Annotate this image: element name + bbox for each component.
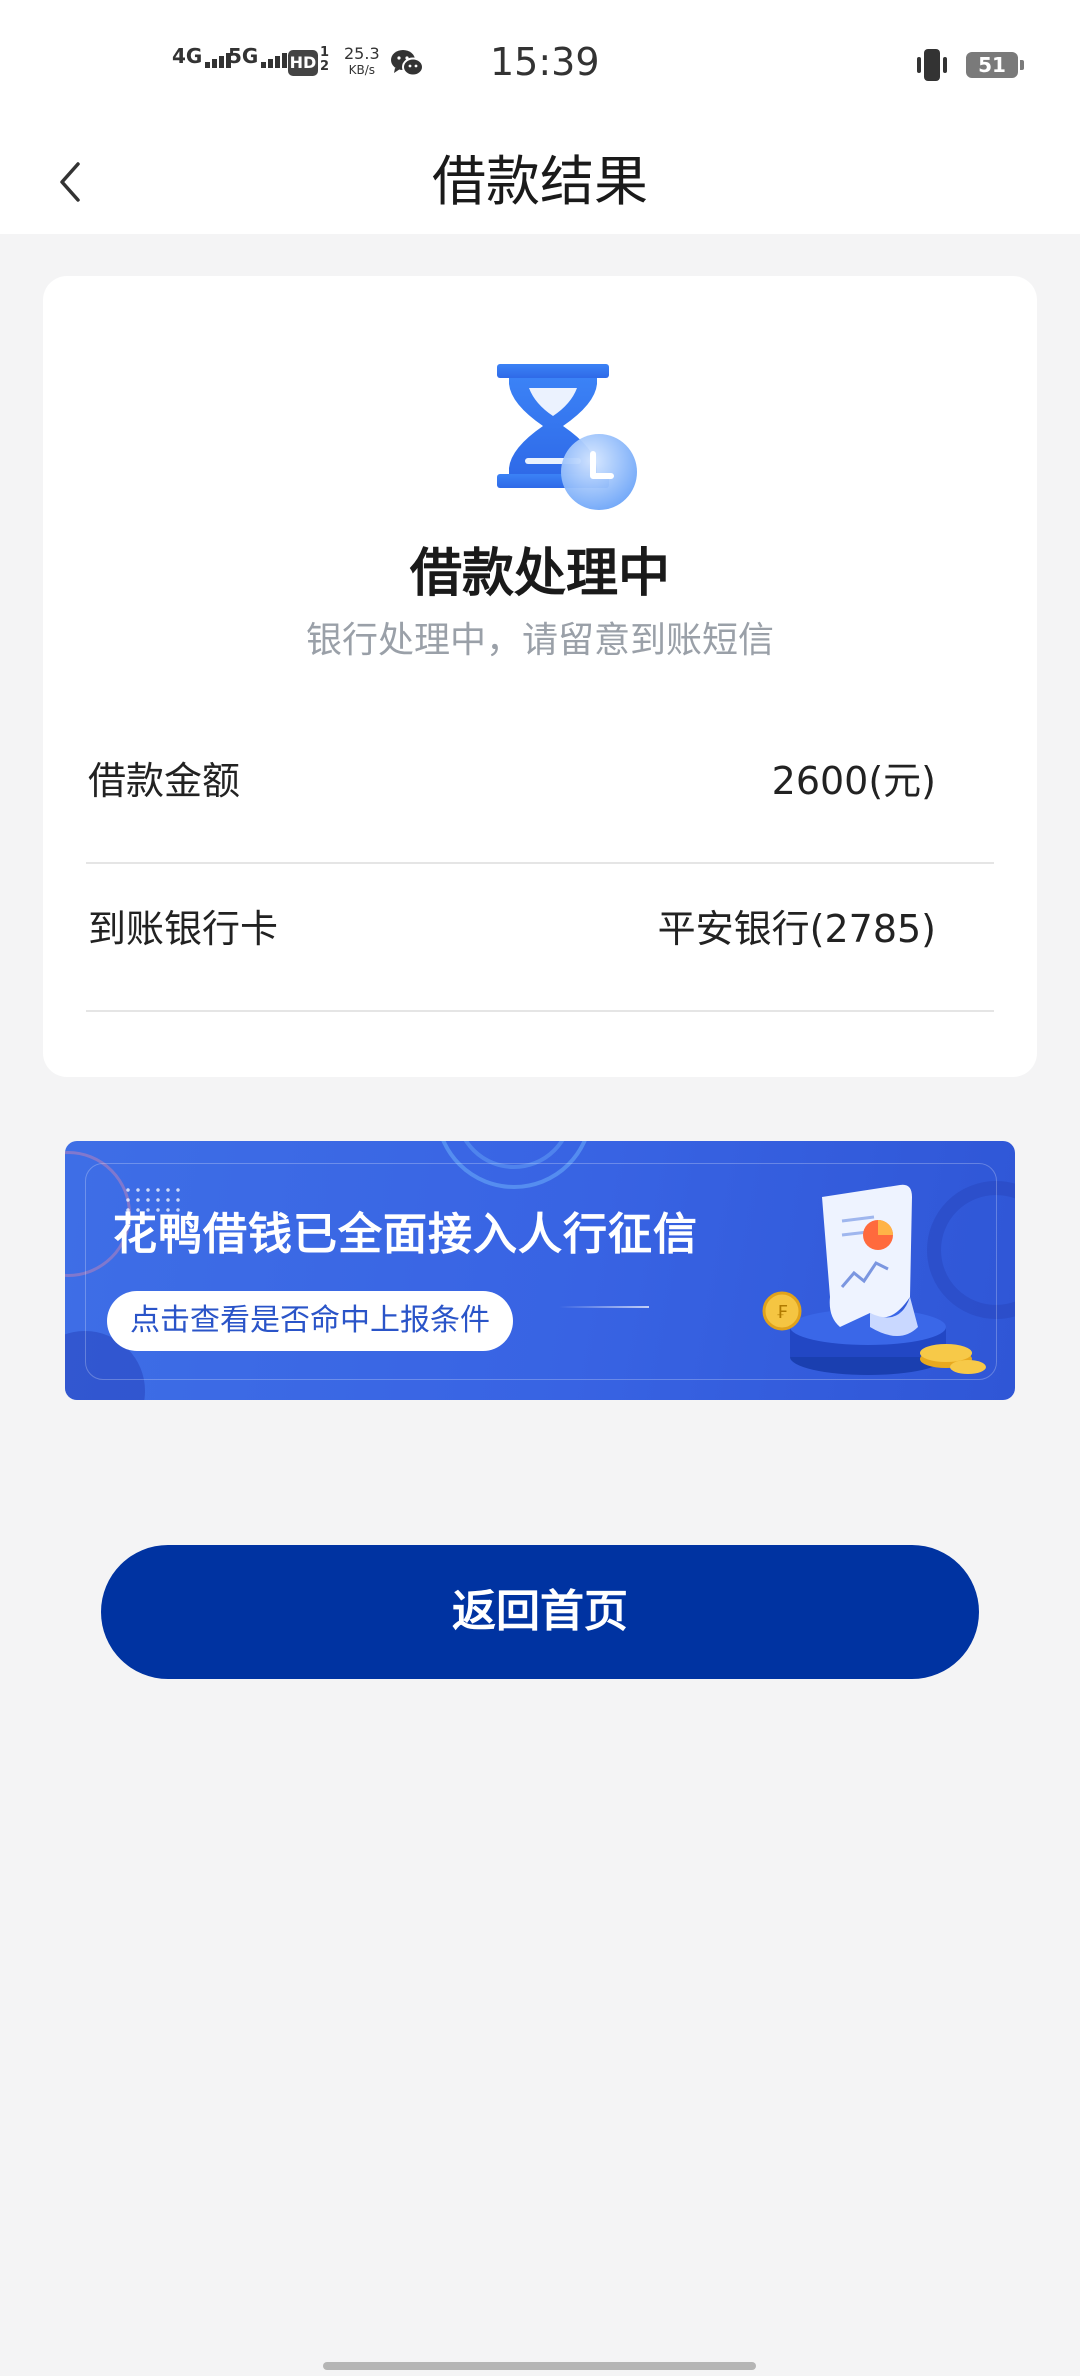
signal-icon: 4G (172, 44, 233, 68)
home-indicator[interactable] (323, 2362, 756, 2370)
credit-report-banner[interactable]: 花鸭借钱已全面接入人行征信 点击查看是否命中上报条件 ₣ (65, 1141, 1015, 1400)
check-report-conditions-button[interactable]: 点击查看是否命中上报条件 (107, 1291, 513, 1351)
wechat-icon (391, 50, 424, 77)
speed-value: 25.3 (344, 44, 380, 63)
network-type-label: 5G (228, 44, 259, 68)
row-label: 借款金额 (88, 759, 241, 803)
network-type-label: 4G (172, 44, 203, 68)
bank-card-row: 到账银行卡 平安银行(2785) (86, 864, 994, 1012)
hd-voice-icon: HD (288, 50, 318, 76)
return-home-button[interactable]: 返回首页 (101, 1545, 979, 1679)
row-label: 到账银行卡 (88, 907, 279, 951)
signal-icon: 5G (228, 44, 289, 68)
banner-decoration (559, 1306, 649, 1308)
page-title: 借款结果 (432, 150, 648, 213)
status-time: 15:39 (490, 40, 600, 84)
network-speed: 25.3 KB/s (344, 46, 380, 78)
status-title: 借款处理中 (409, 544, 670, 604)
speed-unit: KB/s (348, 63, 376, 77)
status-bar: 4G 5G HD 1 2 25.3 KB/s 15:39 51 (0, 0, 1080, 130)
vibrate-icon (917, 49, 947, 81)
credit-report-illustration-icon: ₣ (762, 1184, 986, 1375)
hourglass-clock-icon (497, 364, 637, 510)
battery-icon: 51 (966, 52, 1024, 78)
banner-title: 花鸭借钱已全面接入人行征信 (113, 1209, 698, 1260)
row-value: 2600(元) (771, 759, 936, 803)
loan-amount-row: 借款金额 2600(元) (86, 716, 994, 864)
navigation-bar: 借款结果 (0, 130, 1080, 234)
row-value: 平安银行(2785) (657, 907, 936, 951)
status-subtitle: 银行处理中，请留意到账短信 (305, 620, 774, 661)
loan-result-card: 借款处理中 银行处理中，请留意到账短信 借款金额 2600(元) 到账银行卡 平… (43, 276, 1037, 1077)
hd-sim-label: 1 2 (320, 45, 330, 74)
svg-text:₣: ₣ (776, 1302, 787, 1323)
